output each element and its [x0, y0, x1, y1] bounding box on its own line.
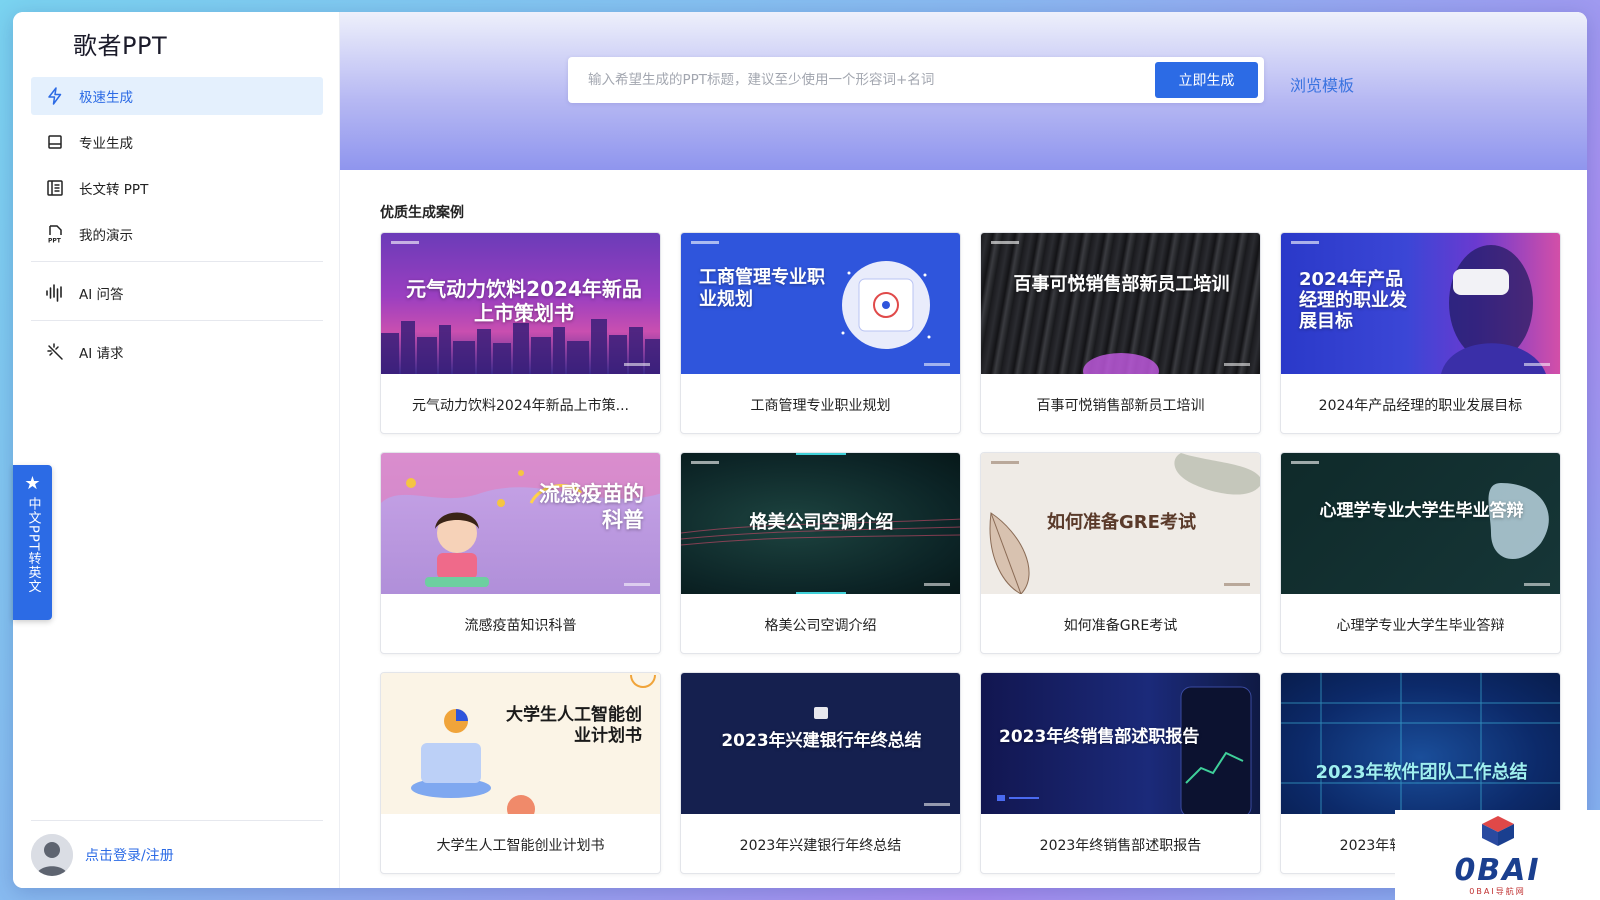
watermark-subtext: 0BAI导航网	[1469, 886, 1526, 896]
case-thumbnail-title: 2024年产品经理的职业发展目标	[1299, 269, 1407, 332]
sidebar-item-label: 专业生成	[79, 136, 133, 152]
case-card[interactable]: 2024年产品经理的职业发展目标 2024年产品经理的职业发展目标	[1280, 232, 1561, 434]
case-thumbnail-title: 格美公司空调介绍	[749, 512, 894, 533]
case-thumbnail: 工商管理专业职业规划	[681, 233, 960, 374]
browse-templates-link[interactable]: 浏览模板	[1290, 72, 1354, 96]
case-card[interactable]: 2023年终销售部述职报告 2023年终销售部述职报告	[980, 672, 1261, 874]
star-icon: ★	[24, 473, 41, 494]
magic-wand-icon	[47, 343, 63, 360]
case-caption: 心理学专业大学生毕业答辩	[1336, 617, 1505, 634]
case-thumbnail-title: 元气动力饮料2024年新品上市策划书	[406, 277, 642, 325]
case-thumbnail-title: 2023年终销售部述职报告	[999, 727, 1200, 747]
case-caption: 2023年终销售部述职报告	[1039, 837, 1202, 854]
case-card[interactable]: 元气动力饮料2024年新品上市策划书 元气动力饮料2024年新品上市策...	[380, 232, 661, 434]
cube-logo-icon	[1481, 815, 1514, 846]
case-thumbnail: 百事可悦销售部新员工培训	[981, 233, 1260, 374]
case-thumbnail: 如何准备GRE考试	[981, 453, 1260, 594]
app-window: 歌者PPT 极速生成 专业生成 长文转 PPT PPT 我的演示 AI 问答 A…	[13, 12, 1587, 888]
title-input[interactable]	[568, 57, 1155, 103]
case-caption: 2024年产品经理的职业发展目标	[1318, 397, 1523, 414]
long-text-icon	[47, 180, 63, 196]
case-caption: 大学生人工智能创业计划书	[436, 837, 605, 854]
case-caption: 百事可悦销售部新员工培训	[1036, 397, 1205, 414]
case-thumbnail: 2023年兴建银行年终总结	[681, 673, 960, 814]
case-card[interactable]: 流感疫苗的科普 流感疫苗知识科普	[380, 452, 661, 654]
case-card[interactable]: 工商管理专业职业规划 工商管理专业职业规划	[680, 232, 961, 434]
case-caption: 2023年兴建银行年终总结	[739, 837, 902, 854]
sidebar-item-ai-qa[interactable]: AI 问答	[31, 274, 323, 312]
user-icon	[31, 833, 73, 876]
sidebar-item-label: AI 问答	[79, 287, 124, 303]
case-thumbnail: 格美公司空调介绍	[681, 453, 960, 594]
case-thumbnail-title: 流感疫苗的科普	[539, 482, 644, 532]
case-thumbnail-title: 2023年兴建银行年终总结	[721, 731, 922, 751]
document-icon	[48, 135, 62, 149]
case-thumbnail: 大学生人工智能创业计划书	[381, 673, 660, 814]
translate-ppt-label: 中文PPT转英文	[25, 497, 41, 594]
sidebar-item-pro-generate[interactable]: 专业生成	[31, 123, 323, 161]
app-title: 歌者PPT	[73, 32, 168, 60]
sidebar-item-label: 极速生成	[79, 90, 133, 106]
sidebar-item-label: 长文转 PPT	[79, 182, 149, 198]
sidebar-item-ai-request[interactable]: AI 请求	[31, 333, 323, 371]
case-caption: 格美公司空调介绍	[764, 617, 877, 634]
case-card[interactable]: 心理学专业大学生毕业答辩 心理学专业大学生毕业答辩	[1280, 452, 1561, 654]
user-login[interactable]: 点击登录/注册	[31, 820, 323, 888]
main-content: 立即生成 浏览模板 优质生成案例	[340, 12, 1587, 888]
case-card[interactable]: 格美公司空调介绍 格美公司空调介绍	[680, 452, 961, 654]
sidebar: 歌者PPT 极速生成 专业生成 长文转 PPT PPT 我的演示 AI 问答 A…	[13, 12, 340, 888]
generate-button[interactable]: 立即生成	[1155, 62, 1258, 98]
case-thumbnail: 2024年产品经理的职业发展目标	[1281, 233, 1560, 374]
watermark: 0BAI 0BAI导航网	[1395, 810, 1600, 900]
section-title: 优质生成案例	[380, 205, 464, 221]
logo[interactable]: 歌者PPT	[31, 26, 167, 61]
nav-divider	[31, 320, 323, 321]
case-card[interactable]: 如何准备GRE考试 如何准备GRE考试	[980, 452, 1261, 654]
translate-ppt-tab[interactable]: ★ 中文PPT转英文	[13, 465, 52, 620]
login-link[interactable]: 点击登录/注册	[85, 845, 174, 865]
ai-wave-icon	[46, 284, 62, 302]
logo-wave-icon	[32, 29, 61, 58]
case-thumbnail-title: 如何准备GRE考试	[1047, 512, 1196, 533]
case-card[interactable]: 2023年兴建银行年终总结 2023年兴建银行年终总结	[680, 672, 961, 874]
case-card[interactable]: 大学生人工智能创业计划书 大学生人工智能创业计划书	[380, 672, 661, 874]
gradient-blob-graphic	[1083, 353, 1159, 374]
case-thumbnail: 2023年软件团队工作总结	[1281, 673, 1560, 814]
case-thumbnail-title: 工商管理专业职业规划	[699, 267, 825, 310]
sidebar-item-my-presentations[interactable]: PPT 我的演示	[31, 215, 323, 253]
lightning-icon	[48, 87, 62, 105]
sidebar-item-long-text[interactable]: 长文转 PPT	[31, 169, 323, 207]
sidebar-item-label: 我的演示	[79, 228, 133, 244]
case-thumbnail-title: 大学生人工智能创业计划书	[506, 705, 642, 746]
case-thumbnail-title: 2023年软件团队工作总结	[1315, 762, 1528, 783]
case-grid: 元气动力饮料2024年新品上市策划书 元气动力饮料2024年新品上市策... 工…	[380, 232, 1561, 874]
circuit-graphic	[1281, 673, 1560, 814]
case-caption: 流感疫苗知识科普	[464, 617, 577, 634]
case-thumbnail: 元气动力饮料2024年新品上市策划书	[381, 233, 660, 374]
hero-banner: 立即生成 浏览模板	[340, 12, 1587, 170]
nav-divider	[31, 261, 323, 262]
watermark-text: 0BAI	[1454, 852, 1541, 888]
sidebar-item-quick-generate[interactable]: 极速生成	[31, 77, 323, 115]
case-caption: 元气动力饮料2024年新品上市策...	[412, 397, 629, 414]
avatar	[31, 833, 73, 876]
sidebar-item-label: AI 请求	[79, 346, 124, 362]
case-thumbnail: 2023年终销售部述职报告	[981, 673, 1260, 814]
case-thumbnail: 心理学专业大学生毕业答辩	[1281, 453, 1560, 594]
case-card[interactable]: 百事可悦销售部新员工培训 百事可悦销售部新员工培训	[980, 232, 1261, 434]
sidebar-nav: 极速生成 专业生成 长文转 PPT PPT 我的演示 AI 问答 AI 请求	[31, 77, 323, 379]
search-bar: 立即生成	[568, 57, 1264, 103]
case-thumbnail-title: 百事可悦销售部新员工培训	[1013, 274, 1230, 295]
ppt-file-icon: PPT	[48, 225, 62, 245]
svg-text:PPT: PPT	[48, 238, 62, 245]
case-caption: 如何准备GRE考试	[1063, 617, 1178, 634]
case-thumbnail: 流感疫苗的科普	[381, 453, 660, 594]
case-caption: 工商管理专业职业规划	[750, 397, 891, 414]
case-thumbnail-title: 心理学专业大学生毕业答辩	[1319, 501, 1524, 521]
blob-graphic	[1488, 483, 1549, 560]
